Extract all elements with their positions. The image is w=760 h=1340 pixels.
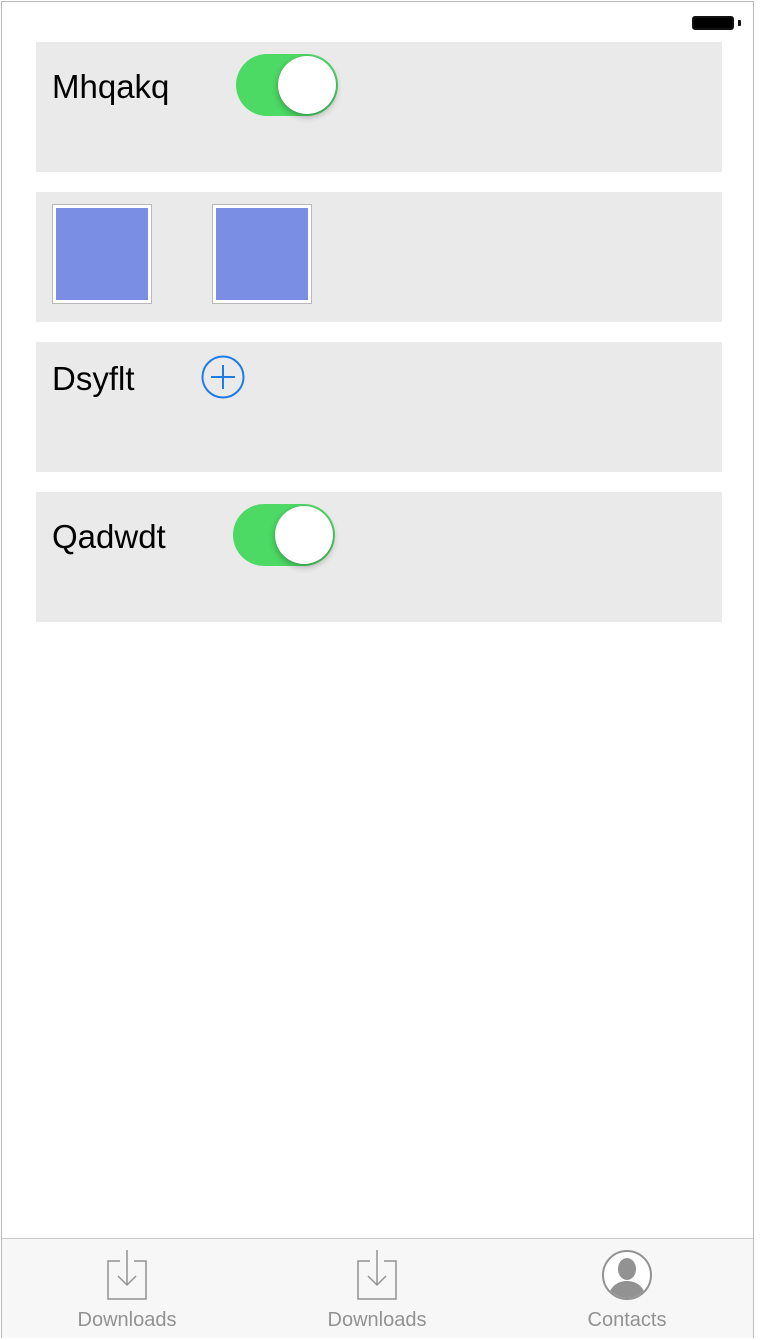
tab-contacts[interactable]: Contacts xyxy=(502,1239,752,1338)
settings-row-mhqakq: Mhqakq xyxy=(36,42,722,172)
toggle-switch[interactable] xyxy=(233,504,335,566)
toggle-knob xyxy=(275,506,333,564)
tab-label: Downloads xyxy=(77,1309,177,1331)
swatch-fill xyxy=(216,208,308,300)
tab-label: Downloads xyxy=(327,1309,427,1331)
status-bar xyxy=(2,2,753,42)
contact-silhouette-icon xyxy=(602,1250,652,1300)
row-label: Qadwdt xyxy=(52,518,166,555)
toggle-switch[interactable] xyxy=(236,54,338,116)
row-label: Mhqakq xyxy=(52,68,170,105)
download-tray-icon xyxy=(107,1250,147,1300)
swatch-row xyxy=(36,192,722,322)
row-label: Dsyflt xyxy=(52,360,135,397)
battery-tip xyxy=(738,20,741,26)
settings-row-qadwdt: Qadwdt xyxy=(36,492,722,622)
tab-label: Contacts xyxy=(587,1309,667,1331)
settings-row-dsyflt: Dsyflt xyxy=(36,342,722,472)
swatch-fill xyxy=(56,208,148,300)
toggle-knob xyxy=(278,56,336,114)
tab-bar: Downloads Downloads Contacts xyxy=(2,1238,753,1338)
plus-circle-icon xyxy=(201,355,245,399)
tab-downloads[interactable]: Downloads xyxy=(252,1239,502,1338)
add-button[interactable] xyxy=(201,355,245,399)
color-swatch[interactable] xyxy=(52,204,152,304)
color-swatch[interactable] xyxy=(212,204,312,304)
battery-icon xyxy=(692,16,734,30)
tab-downloads[interactable]: Downloads xyxy=(2,1239,252,1338)
download-tray-icon xyxy=(357,1250,397,1300)
app-screen: Mhqakq Dsyflt Qadwdt Downloads Downloads… xyxy=(1,1,754,1338)
